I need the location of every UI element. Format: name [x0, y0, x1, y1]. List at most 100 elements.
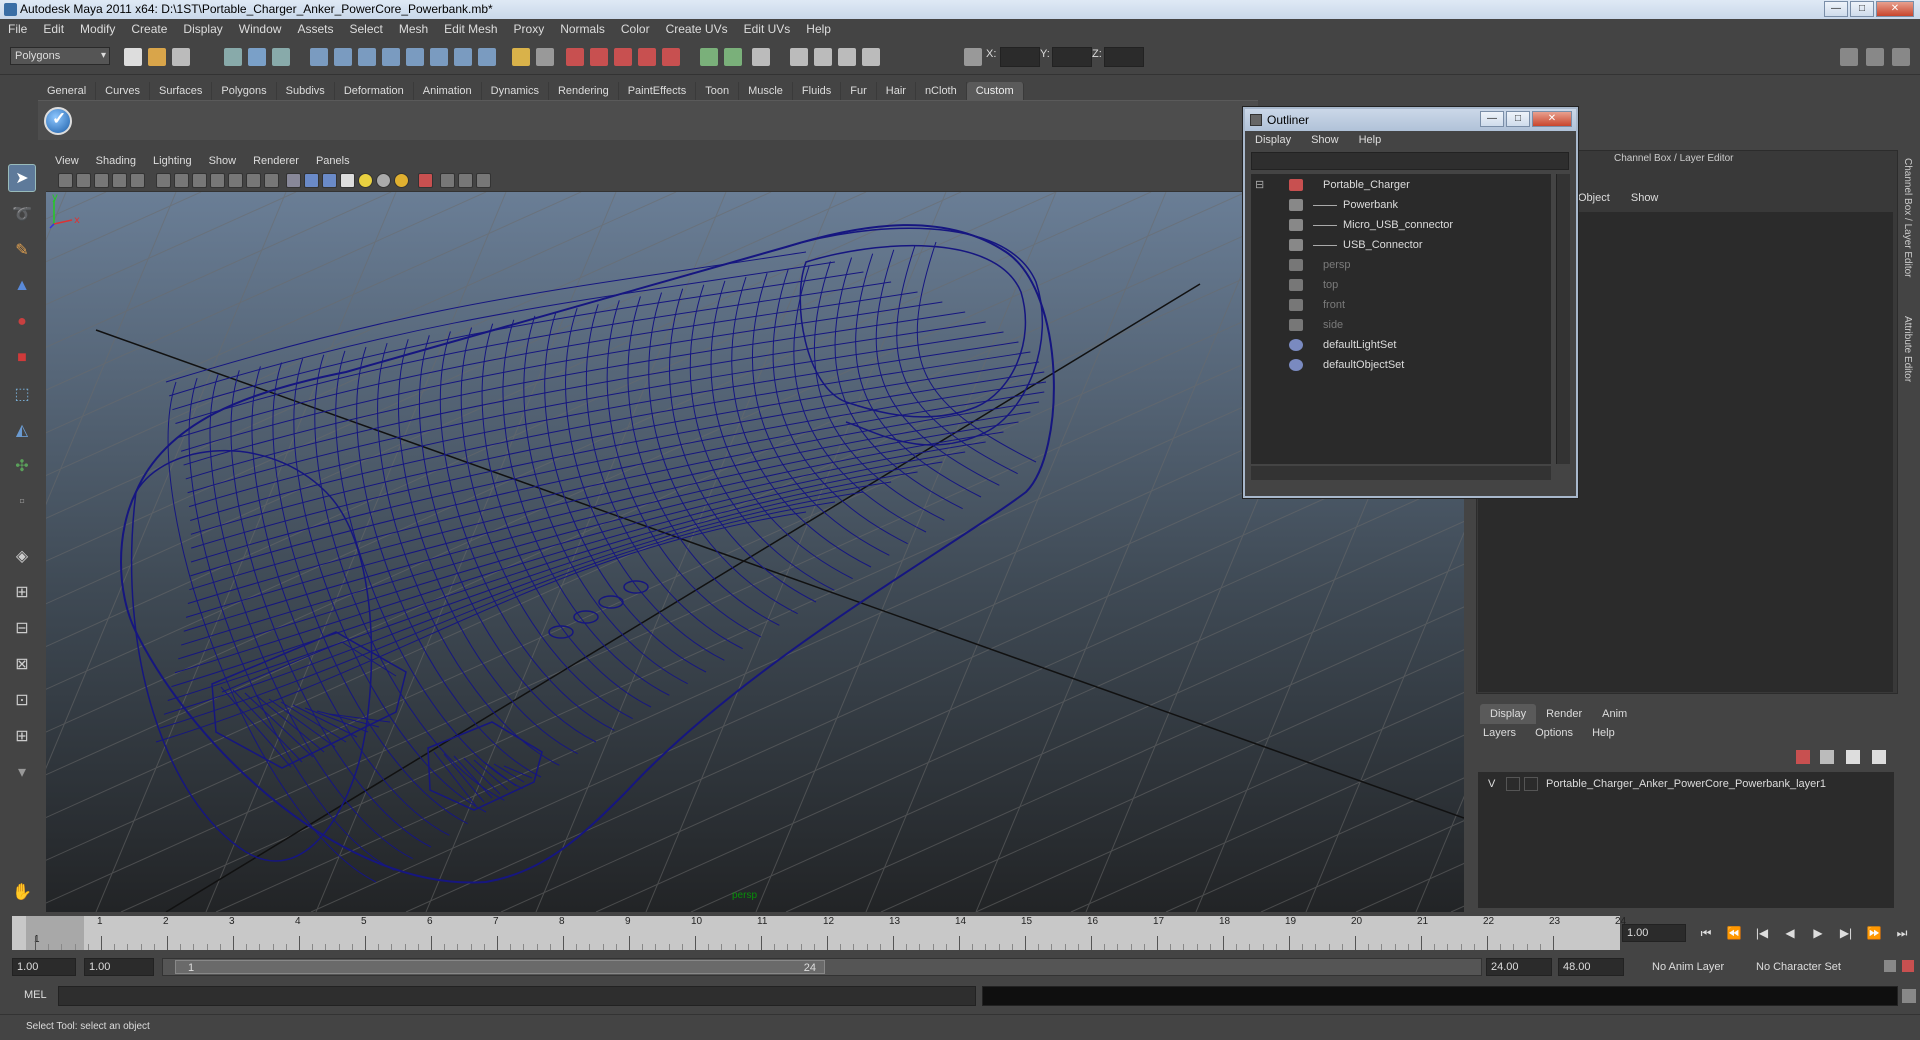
ipr-render-icon[interactable] — [614, 48, 632, 66]
outliner-close-button[interactable]: ✕ — [1532, 111, 1572, 127]
shelf-tab-toon[interactable]: Toon — [696, 82, 740, 100]
step-back-key-icon[interactable]: ⏪ — [1722, 924, 1746, 942]
animation-preferences-icon[interactable] — [1884, 960, 1896, 972]
camera-select-icon[interactable] — [58, 173, 73, 188]
layer-tab-anim[interactable]: Anim — [1592, 704, 1637, 724]
film-gate-icon[interactable] — [174, 173, 189, 188]
new-empty-layer-icon[interactable] — [1820, 750, 1834, 764]
layout-icon[interactable] — [790, 48, 808, 66]
outliner-item[interactable]: front — [1251, 296, 1551, 314]
viewport-menu-view[interactable]: View — [55, 155, 79, 167]
current-frame-field[interactable]: 1.00 — [1622, 924, 1686, 942]
menu-edit-uvs[interactable]: Edit UVs — [744, 22, 791, 36]
channel-box-toggle-icon[interactable] — [1892, 48, 1910, 66]
snap-live-icon[interactable] — [406, 48, 424, 66]
xray-active-icon[interactable] — [458, 173, 473, 188]
y-field[interactable] — [1052, 47, 1092, 67]
snap-curve-icon[interactable] — [334, 48, 352, 66]
step-forward-key-icon[interactable]: ⏩ — [1862, 924, 1886, 942]
outliner-vertical-scrollbar[interactable] — [1556, 174, 1570, 464]
image-plane-icon[interactable] — [112, 173, 127, 188]
construction-icon[interactable] — [454, 48, 472, 66]
outliner-item[interactable]: side — [1251, 316, 1551, 334]
outliner-item[interactable]: top — [1251, 276, 1551, 294]
go-to-start-icon[interactable]: ⏮ — [1694, 924, 1718, 942]
layer-visibility-toggle[interactable]: V — [1488, 774, 1495, 794]
snap-point-icon[interactable] — [358, 48, 376, 66]
render-settings-icon[interactable] — [638, 48, 656, 66]
check-shelf-icon[interactable] — [44, 107, 72, 135]
shelf-tab-surfaces[interactable]: Surfaces — [150, 82, 213, 100]
menu-color[interactable]: Color — [621, 22, 650, 36]
isolate-select-icon[interactable] — [418, 173, 433, 188]
grid-toggle-icon[interactable] — [156, 173, 171, 188]
layer-row[interactable]: V Portable_Charger_Anker_PowerCore_Power… — [1478, 774, 1894, 794]
shelf-tab-fluids[interactable]: Fluids — [793, 82, 842, 100]
shelf-tab-muscle[interactable]: Muscle — [739, 82, 793, 100]
menu-mesh[interactable]: Mesh — [399, 22, 428, 36]
scale-tool-icon[interactable]: ■ — [8, 344, 36, 372]
command-input[interactable] — [58, 986, 976, 1006]
show-manipulator-icon[interactable]: ✣ — [8, 452, 36, 480]
close-button[interactable]: ✕ — [1876, 1, 1914, 17]
viewport-menu-panels[interactable]: Panels — [316, 155, 350, 167]
outliner-item[interactable]: Micro_USB_connector — [1251, 216, 1551, 234]
shadows-icon[interactable] — [394, 173, 409, 188]
layer-template-toggle[interactable] — [1506, 777, 1520, 791]
snap-grid-icon[interactable] — [310, 48, 328, 66]
outliner-maximize-button[interactable]: □ — [1506, 111, 1530, 127]
time-slider[interactable]: 1 1 2 3 4 5 6 7 8 9 10 11 12 13 14 15 16 17 18 19 20 21 22 23 2… — [12, 916, 1626, 950]
maximize-button[interactable]: □ — [1850, 1, 1874, 17]
sidebar-toggle-icon[interactable] — [724, 48, 742, 66]
move-layer-down-icon[interactable] — [1872, 750, 1886, 764]
layer-menu-help[interactable]: Help — [1592, 727, 1615, 739]
step-forward-frame-icon[interactable]: ▶| — [1834, 924, 1858, 942]
hypershade-persp-layout-icon[interactable]: ⊡ — [8, 686, 36, 714]
range-slider-track[interactable]: 1 24 — [162, 958, 1482, 976]
side-tab-attribute-editor[interactable]: Attribute Editor — [1902, 316, 1913, 382]
outliner-item[interactable]: defaultLightSet — [1251, 336, 1551, 354]
shelf-tab-fur[interactable]: Fur — [841, 82, 877, 100]
quick-layout-icon[interactable]: ✋ — [8, 878, 36, 906]
shelf-tab-polygons[interactable]: Polygons — [212, 82, 277, 100]
layer-menu-layers[interactable]: Layers — [1483, 727, 1516, 739]
attribute-editor-toggle-icon[interactable] — [1840, 48, 1858, 66]
render-frame-icon[interactable] — [590, 48, 608, 66]
menu-window[interactable]: Window — [239, 22, 282, 36]
minimize-button[interactable]: — — [1824, 1, 1848, 17]
outliner-horizontal-scrollbar[interactable] — [1251, 466, 1551, 480]
outliner-item[interactable]: Portable_Charger ⊟ — [1251, 176, 1551, 194]
outliner-item[interactable]: defaultObjectSet — [1251, 356, 1551, 374]
shelf-tab-rendering[interactable]: Rendering — [549, 82, 619, 100]
select-hierarchy-icon[interactable] — [224, 48, 242, 66]
wireframe-on-shaded-icon[interactable] — [322, 173, 337, 188]
outliner-minimize-button[interactable]: — — [1480, 111, 1504, 127]
anim-layer-dropdown[interactable]: No Anim Layer — [1652, 958, 1724, 976]
command-language-label[interactable]: MEL — [24, 989, 47, 1001]
viewport-menu-lighting[interactable]: Lighting — [153, 155, 192, 167]
layer-menu-options[interactable]: Options — [1535, 727, 1573, 739]
outliner-menu-help[interactable]: Help — [1359, 134, 1382, 146]
script-editor-icon[interactable] — [1902, 989, 1916, 1003]
shelf-tab-subdivs[interactable]: Subdivs — [277, 82, 335, 100]
menu-create[interactable]: Create — [131, 22, 167, 36]
x-field[interactable] — [1000, 47, 1040, 67]
menu-normals[interactable]: Normals — [560, 22, 605, 36]
channel-box-menu-object[interactable]: Object — [1578, 192, 1610, 204]
camera-attributes-icon[interactable] — [76, 173, 91, 188]
render-view-icon[interactable] — [566, 48, 584, 66]
menu-create-uvs[interactable]: Create UVs — [666, 22, 728, 36]
outliner-filter-field[interactable] — [1251, 152, 1569, 170]
shelf-tab-hair[interactable]: Hair — [877, 82, 916, 100]
rotate-tool-icon[interactable]: ● — [8, 308, 36, 336]
new-layer-from-selection-icon[interactable] — [1796, 750, 1810, 764]
snap-view-plane-icon[interactable] — [382, 48, 400, 66]
soft-modification-icon[interactable]: ◭ — [8, 416, 36, 444]
shelf-tab-painteffects[interactable]: PaintEffects — [619, 82, 697, 100]
resolution-gate-icon[interactable] — [192, 173, 207, 188]
outliner-menu-display[interactable]: Display — [1255, 134, 1291, 146]
two-d-pan-icon[interactable] — [130, 173, 145, 188]
playback-start-field[interactable]: 1.00 — [84, 958, 154, 976]
shelf-tab-dynamics[interactable]: Dynamics — [482, 82, 549, 100]
end-time-field[interactable]: 48.00 — [1558, 958, 1624, 976]
